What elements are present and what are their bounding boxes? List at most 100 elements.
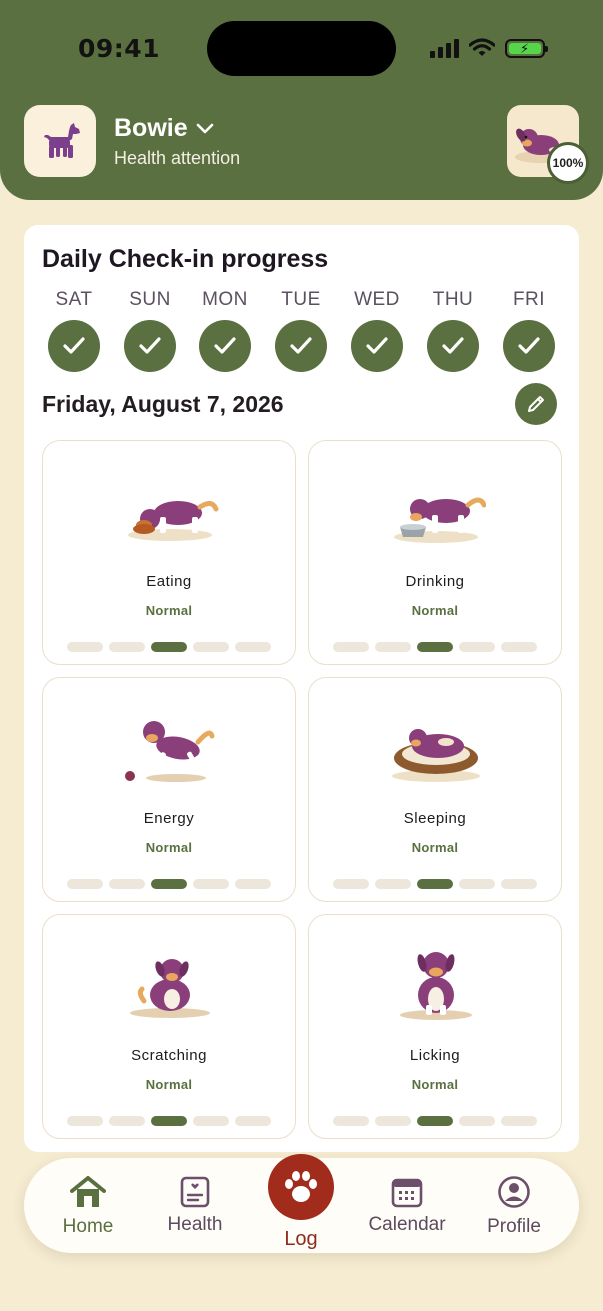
level-segment — [501, 642, 537, 652]
level-segment — [501, 1116, 537, 1126]
level-segment — [67, 879, 103, 889]
day-label: SAT — [55, 289, 93, 310]
level-segment — [333, 1116, 369, 1126]
level-segment — [375, 879, 411, 889]
pet-avatar[interactable] — [24, 105, 96, 177]
nav-health-label: Health — [167, 1214, 223, 1235]
level-segment — [501, 879, 537, 889]
nav-home[interactable]: Home — [38, 1175, 138, 1238]
nav-profile[interactable]: Profile — [464, 1175, 564, 1238]
nav-calendar[interactable]: Calendar — [357, 1175, 457, 1236]
checkmark-icon — [275, 320, 327, 372]
dog-icon — [44, 123, 80, 158]
level-segment — [235, 1116, 271, 1126]
level-indicator — [333, 1116, 537, 1126]
category-status: Normal — [145, 1077, 193, 1092]
checkmark-icon — [351, 320, 403, 372]
level-segment — [333, 879, 369, 889]
level-indicator — [333, 642, 537, 652]
pet-switcher[interactable]: Bowie — [114, 114, 214, 143]
category-name: Sleeping — [403, 810, 467, 827]
level-segment — [375, 1116, 411, 1126]
nav-health[interactable]: Health — [145, 1175, 245, 1236]
category-tile-drinking[interactable]: Drinking Normal — [308, 440, 562, 665]
day-tue[interactable]: TUE — [263, 289, 339, 372]
checkin-card: Daily Check-in progress SAT SUN MON TUE … — [24, 225, 579, 1152]
checkmark-icon — [124, 320, 176, 372]
category-name: Eating — [146, 573, 192, 590]
checkmark-icon — [48, 320, 100, 372]
dog-scratching-illustration — [130, 959, 210, 1018]
level-segment — [417, 642, 453, 652]
day-label: TUE — [281, 289, 321, 310]
pencil-icon — [528, 396, 544, 412]
category-name: Drinking — [405, 573, 465, 590]
status-icons: ⚡ — [430, 36, 548, 60]
profile-icon — [498, 1176, 530, 1208]
level-segment — [109, 1116, 145, 1126]
day-label: SUN — [129, 289, 171, 310]
dog-licking-illustration — [400, 952, 472, 1020]
selected-date: Friday, August 7, 2026 — [42, 391, 284, 417]
wifi-icon — [469, 38, 495, 56]
level-segment — [151, 879, 187, 889]
level-indicator — [67, 1116, 271, 1126]
category-name: Scratching — [131, 1047, 207, 1064]
level-segment — [235, 642, 271, 652]
checkmark-icon — [199, 320, 251, 372]
calendar-icon — [391, 1178, 423, 1208]
level-segment — [235, 879, 271, 889]
day-wed[interactable]: WED — [339, 289, 415, 372]
category-tile-licking[interactable]: Licking Normal — [308, 914, 562, 1139]
nav-log-label: Log — [284, 1228, 318, 1250]
level-segment — [109, 642, 145, 652]
category-tile-energy[interactable]: Energy Normal — [42, 677, 296, 902]
day-sun[interactable]: SUN — [112, 289, 188, 372]
category-status: Normal — [411, 603, 459, 618]
nav-calendar-label: Calendar — [368, 1214, 446, 1235]
level-segment — [417, 879, 453, 889]
pet-name: Bowie — [114, 114, 188, 142]
level-segment — [109, 879, 145, 889]
level-segment — [193, 879, 229, 889]
home-icon — [70, 1176, 106, 1207]
category-name: Licking — [409, 1047, 461, 1064]
chevron-down-icon — [196, 123, 213, 133]
day-fri[interactable]: FRI — [491, 289, 567, 372]
checkmark-icon — [503, 320, 555, 372]
category-name: Energy — [143, 810, 195, 827]
cellular-signal-icon — [430, 38, 459, 58]
dynamic-island — [207, 21, 396, 76]
level-segment — [151, 642, 187, 652]
category-tile-scratching[interactable]: Scratching Normal — [42, 914, 296, 1139]
health-record-icon — [180, 1176, 210, 1208]
level-indicator — [67, 642, 271, 652]
level-segment — [333, 642, 369, 652]
nav-home-label: Home — [62, 1216, 114, 1237]
edit-button[interactable] — [515, 383, 557, 425]
level-segment — [459, 642, 495, 652]
day-label: THU — [432, 289, 474, 310]
level-indicator — [67, 879, 271, 889]
day-thu[interactable]: THU — [415, 289, 491, 372]
level-segment — [67, 642, 103, 652]
battery-icon: ⚡ — [505, 38, 548, 58]
dog-energy-illustration — [125, 721, 215, 782]
checkmark-icon — [427, 320, 479, 372]
day-label: FRI — [512, 289, 546, 310]
day-sat[interactable]: SAT — [36, 289, 112, 372]
log-button[interactable] — [268, 1154, 334, 1220]
level-segment — [193, 642, 229, 652]
checkin-title: Daily Check-in progress — [42, 245, 329, 273]
day-mon[interactable]: MON — [187, 289, 263, 372]
day-label: WED — [354, 289, 400, 310]
level-segment — [375, 642, 411, 652]
category-status: Normal — [145, 840, 193, 855]
level-segment — [67, 1116, 103, 1126]
status-time: 09:41 — [78, 34, 161, 63]
category-tile-sleeping[interactable]: Sleeping Normal — [308, 677, 562, 902]
dog-eating-illustration — [128, 501, 219, 541]
dog-sleeping-illustration — [392, 729, 480, 782]
category-tile-eating[interactable]: Eating Normal — [42, 440, 296, 665]
bottom-navigation: Home Health Log Calendar Profile — [24, 1154, 579, 1253]
